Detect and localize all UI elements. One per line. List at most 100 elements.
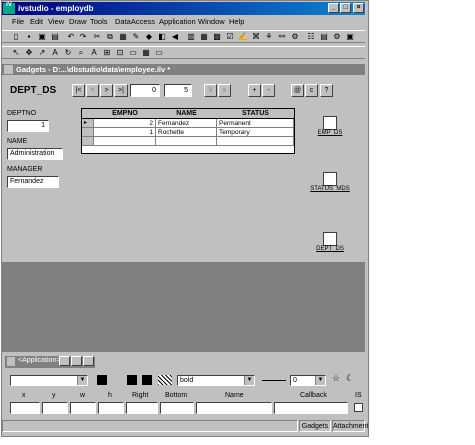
pattern-swatch[interactable] (142, 375, 152, 385)
employee-table[interactable]: EMPNO NAME STATUS ▸ 2 Fernandez Permanen… (81, 108, 295, 154)
deptno-field[interactable]: 1 (7, 120, 49, 132)
cancel-button[interactable]: x (218, 84, 231, 97)
branch-icon[interactable]: ⚘ (264, 32, 274, 42)
status-mds-gadget[interactable]: STATUS_MDS (305, 172, 355, 192)
status-attachment[interactable]: Attachment (332, 420, 368, 432)
help-button[interactable]: ? (320, 84, 333, 97)
column-header-status[interactable]: STATUS (217, 109, 294, 119)
font-weight-dropdown[interactable]: bold ▼ (177, 375, 255, 386)
right-field[interactable] (126, 402, 158, 414)
paste-icon[interactable]: ▦ (118, 32, 128, 42)
delete-button[interactable]: - (262, 84, 275, 97)
next-record-button[interactable]: > (100, 84, 113, 97)
emp-ds-gadget[interactable]: EMP_DS (310, 116, 350, 136)
settings-icon[interactable]: ⚙ (332, 32, 342, 42)
menu-dataaccess[interactable]: DataAccess (115, 17, 155, 26)
close-button[interactable]: × (353, 3, 364, 13)
name-field[interactable]: Administration (7, 148, 63, 160)
prev-record-button[interactable]: < (86, 84, 99, 97)
gear-icon[interactable]: ⚙ (290, 32, 300, 42)
table-icon[interactable]: ▦ (199, 32, 209, 42)
dept-ds-gadget[interactable]: DEPT_DS (310, 232, 350, 252)
first-record-button[interactable]: |< (72, 84, 85, 97)
h-field[interactable] (98, 402, 124, 414)
menu-draw[interactable]: Draw (69, 17, 87, 26)
tree-icon[interactable]: ⌘ (251, 32, 261, 42)
erase-icon[interactable]: ✎ (131, 32, 141, 42)
select-arrow-icon[interactable]: ↖ (11, 48, 21, 58)
form-icon[interactable]: ▥ (186, 32, 196, 42)
application-window-title[interactable]: <Application> (5, 356, 95, 368)
moon-icon[interactable]: ☾ (346, 373, 354, 384)
y-field[interactable] (42, 402, 68, 414)
table-cell-status[interactable]: Permanent (217, 119, 294, 128)
new-file-icon[interactable]: ▯ (11, 32, 21, 42)
grid-view-icon[interactable]: ▦ (141, 48, 151, 58)
text-icon[interactable]: A (50, 48, 60, 58)
pointer-icon[interactable]: ↗ (37, 48, 47, 58)
marker-icon[interactable]: ◆ (144, 32, 154, 42)
foreground-color-swatch[interactable] (97, 375, 107, 385)
table-cell-empno[interactable]: 2 (94, 119, 156, 128)
w-field[interactable] (70, 402, 96, 414)
bold-text-icon[interactable]: A (89, 48, 99, 58)
table-cell-empno[interactable] (94, 137, 156, 146)
paint-icon[interactable]: ◧ (157, 32, 167, 42)
hatch-pattern-swatch[interactable] (158, 375, 172, 385)
gadget-class-dropdown[interactable]: ▼ (10, 375, 88, 386)
open-icon[interactable]: ▣ (37, 32, 47, 42)
record-count-field[interactable]: 5 (164, 84, 192, 97)
minimize-button[interactable]: _ (328, 3, 339, 13)
background-color-swatch[interactable] (127, 375, 137, 385)
is-checkbox[interactable] (354, 403, 363, 412)
column-header-name[interactable]: NAME (156, 109, 218, 119)
table-cell-empno[interactable]: 1 (94, 128, 156, 137)
print-icon[interactable]: ▤ (50, 32, 60, 42)
stop-icon[interactable]: ◀ (170, 32, 180, 42)
line-width-dropdown[interactable]: 0 ▼ (290, 375, 326, 386)
query-button[interactable]: @ (291, 84, 304, 97)
row-marker[interactable] (82, 128, 94, 137)
gadgets-window-title-bar[interactable]: Gadgets - D:...\dbstudio\data\employee.i… (2, 64, 365, 75)
menu-window[interactable]: Window (198, 17, 225, 26)
table-cell-status[interactable]: Temporary (217, 128, 294, 137)
bottom-field[interactable] (160, 402, 194, 414)
last-record-button[interactable]: >| (114, 84, 128, 97)
window-icon[interactable]: ▣ (345, 32, 355, 42)
list-icon[interactable]: ☷ (306, 32, 316, 42)
title-bar[interactable]: IV ivstudio - employdb _ □ × (2, 2, 365, 15)
column-header-empno[interactable]: EMPNO (94, 109, 157, 119)
snap-icon[interactable]: ⊡ (115, 48, 125, 58)
menu-tools[interactable]: Tools (90, 17, 108, 26)
check-icon[interactable]: ☑ (225, 32, 235, 42)
name-prop-field[interactable] (196, 402, 272, 414)
table-cell-name[interactable]: Rochette (156, 128, 217, 137)
table2-icon[interactable]: ▤ (319, 32, 329, 42)
align-icon[interactable]: ▭ (128, 48, 138, 58)
redo-icon[interactable]: ↷ (78, 32, 88, 42)
link-icon[interactable]: ⚯ (277, 32, 287, 42)
save-icon[interactable]: ▪ (24, 32, 34, 42)
grid-icon[interactable]: ▩ (212, 32, 222, 42)
table-cell-name[interactable] (156, 137, 217, 146)
rotate-icon[interactable]: ↻ (63, 48, 73, 58)
menu-edit[interactable]: Edit (30, 17, 43, 26)
menu-view[interactable]: View (48, 17, 64, 26)
table-cell-name[interactable]: Fernandez (156, 119, 217, 128)
menu-application[interactable]: Application (159, 17, 196, 26)
record-index-field[interactable]: 0 (130, 84, 160, 97)
menu-help[interactable]: Help (229, 17, 244, 26)
layout-icon[interactable]: ⊞ (102, 48, 112, 58)
validate-button[interactable]: V (204, 84, 217, 97)
undo-icon[interactable]: ↶ (66, 32, 76, 42)
menu-file[interactable]: File (12, 17, 24, 26)
copy-icon[interactable]: ⧉ (105, 32, 115, 42)
row-marker[interactable]: ▸ (82, 119, 94, 128)
application-maximize-button[interactable] (71, 356, 82, 366)
callback-field[interactable] (274, 402, 348, 414)
insert-button[interactable]: + (248, 84, 261, 97)
zoom-icon[interactable]: ⌕ (76, 48, 86, 58)
cut-icon[interactable]: ✂ (92, 32, 102, 42)
x-field[interactable] (10, 402, 40, 414)
move-icon[interactable]: ✥ (24, 48, 34, 58)
